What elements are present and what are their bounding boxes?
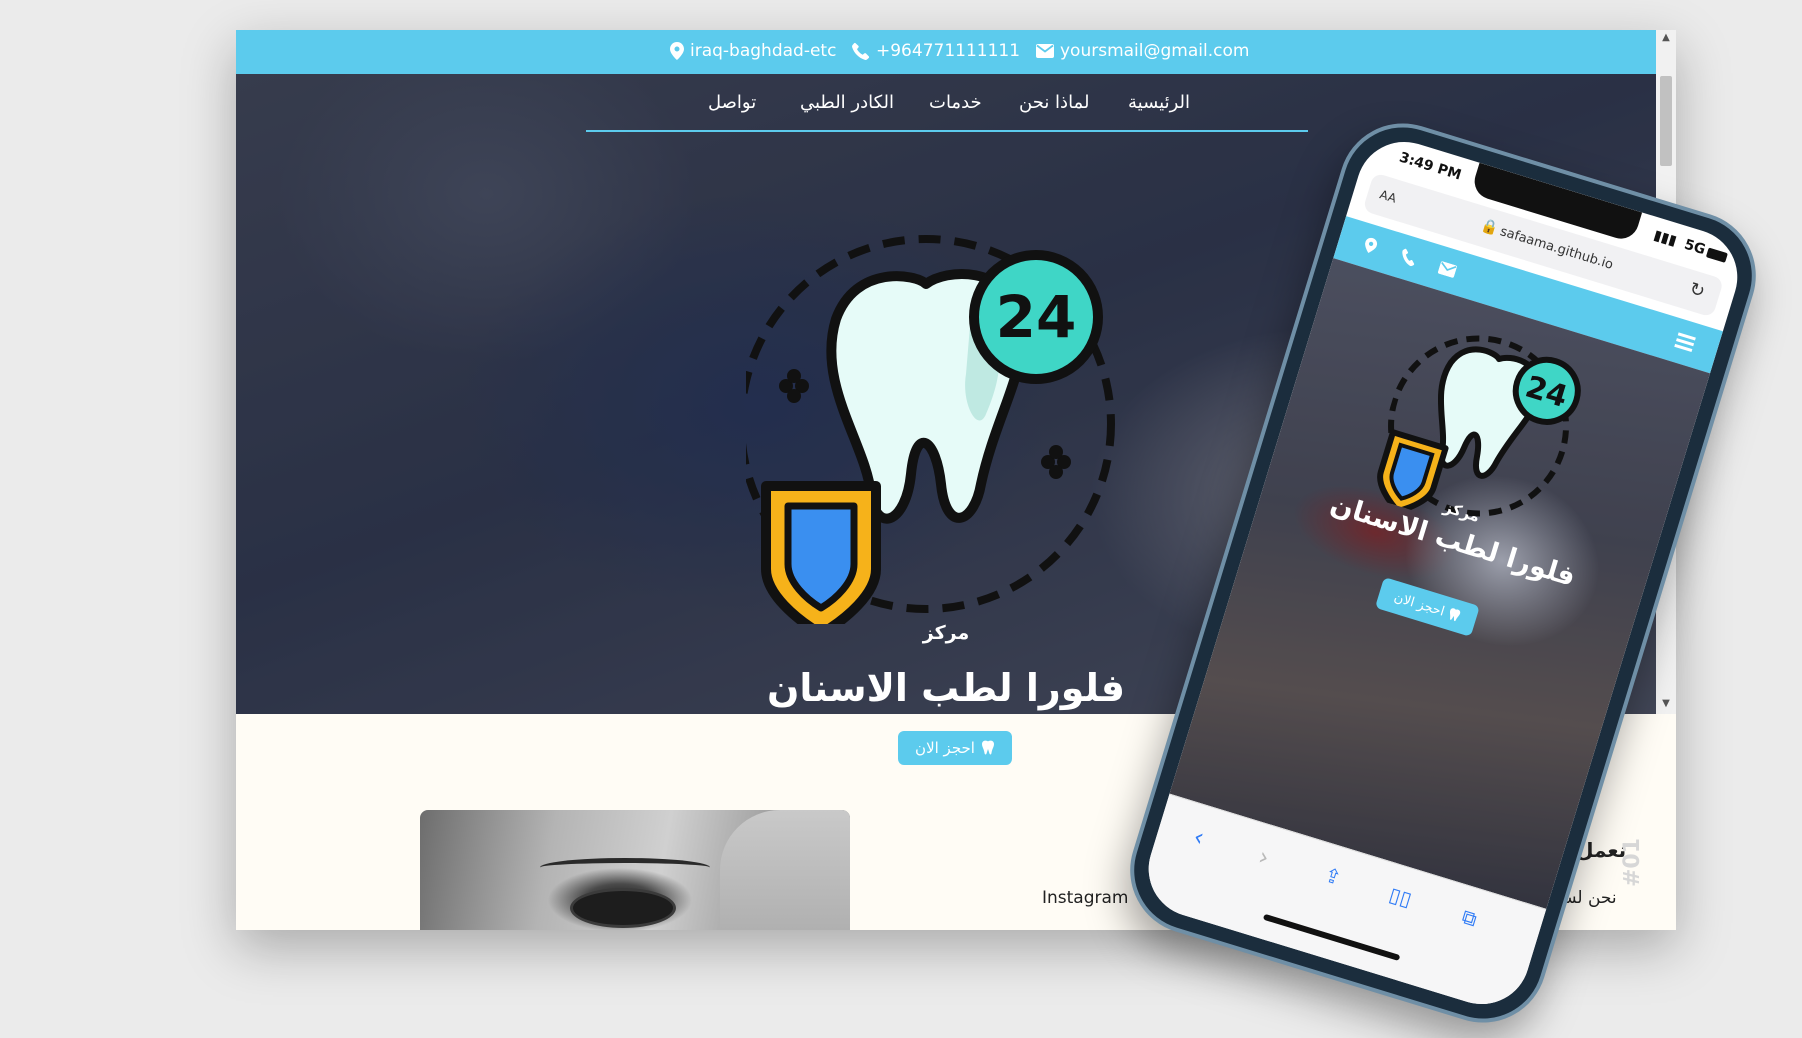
scrollbar-thumb[interactable] bbox=[1660, 76, 1672, 166]
woman-eye-photo bbox=[420, 810, 850, 930]
contact-topbar: iraq-baghdad-etc +964771111111 yoursmail… bbox=[236, 30, 1656, 74]
nav-why-us[interactable]: لماذا نحن bbox=[1019, 92, 1089, 113]
phone-text: +964771111111 bbox=[876, 41, 1021, 61]
badge-24-icon: 24 bbox=[969, 250, 1103, 384]
phone-book-now-label: احجز الان bbox=[1392, 589, 1447, 620]
hamburger-menu-icon[interactable] bbox=[1674, 332, 1696, 352]
email-text: yoursmail@gmail.com bbox=[1060, 41, 1250, 61]
main-nav: الرئيسية لماذا نحن خدمات الكادر الطبي تو… bbox=[586, 82, 1308, 132]
phone-icon bbox=[852, 42, 870, 60]
badge-number: 24 bbox=[996, 283, 1077, 351]
bookmarks-icon[interactable]: ▯▯ bbox=[1386, 882, 1414, 911]
shield-icon bbox=[761, 481, 881, 624]
location-link[interactable]: iraq-baghdad-etc bbox=[670, 41, 836, 61]
sparkle-icon bbox=[1041, 445, 1071, 479]
section-number: #01 bbox=[1620, 837, 1646, 888]
forward-icon[interactable]: › bbox=[1255, 842, 1272, 872]
battery-icon bbox=[1705, 247, 1728, 263]
nav-services[interactable]: خدمات bbox=[929, 92, 982, 113]
network-label: 5G bbox=[1682, 236, 1708, 259]
location-text: iraq-baghdad-etc bbox=[690, 41, 837, 61]
photo-hand bbox=[720, 810, 850, 930]
nav-contact[interactable]: تواصل bbox=[708, 92, 756, 113]
text-size-button[interactable]: AA bbox=[1378, 187, 1398, 205]
photo-eyebrow bbox=[540, 858, 710, 877]
signal-icon: ▮▮▮ bbox=[1651, 227, 1679, 250]
envelope-icon[interactable] bbox=[1437, 261, 1457, 278]
phone-icon[interactable] bbox=[1399, 247, 1419, 267]
back-icon[interactable]: ‹ bbox=[1190, 822, 1207, 852]
nav-home[interactable]: الرئيسية bbox=[1128, 92, 1190, 113]
book-now-label: احجز الان bbox=[915, 739, 975, 757]
book-now-button[interactable]: احجز الان bbox=[898, 731, 1012, 765]
scroll-up-arrow-icon[interactable]: ▲ bbox=[1656, 32, 1676, 43]
share-icon[interactable]: ⇪ bbox=[1321, 862, 1344, 890]
nav-medical-staff[interactable]: الكادر الطبي bbox=[800, 92, 894, 113]
tooth-24h-logo: 24 bbox=[746, 235, 1115, 624]
phone-time: 3:49 PM bbox=[1397, 149, 1464, 184]
tabs-icon[interactable]: ⧉ bbox=[1459, 904, 1480, 931]
email-link[interactable]: yoursmail@gmail.com bbox=[1036, 41, 1249, 61]
location-pin-icon[interactable] bbox=[1363, 236, 1379, 255]
scroll-down-arrow-icon[interactable]: ▼ bbox=[1656, 698, 1676, 709]
photo-eye bbox=[570, 888, 676, 928]
tooth-icon bbox=[981, 740, 994, 755]
envelope-icon bbox=[1036, 44, 1054, 58]
reload-icon[interactable]: ↻ bbox=[1687, 278, 1708, 302]
sparkle-icon bbox=[779, 369, 809, 403]
lock-icon: 🔒 bbox=[1479, 217, 1501, 238]
location-pin-icon bbox=[670, 42, 684, 60]
phone-link[interactable]: +964771111111 bbox=[852, 41, 1020, 61]
tooth-icon bbox=[1450, 608, 1461, 622]
